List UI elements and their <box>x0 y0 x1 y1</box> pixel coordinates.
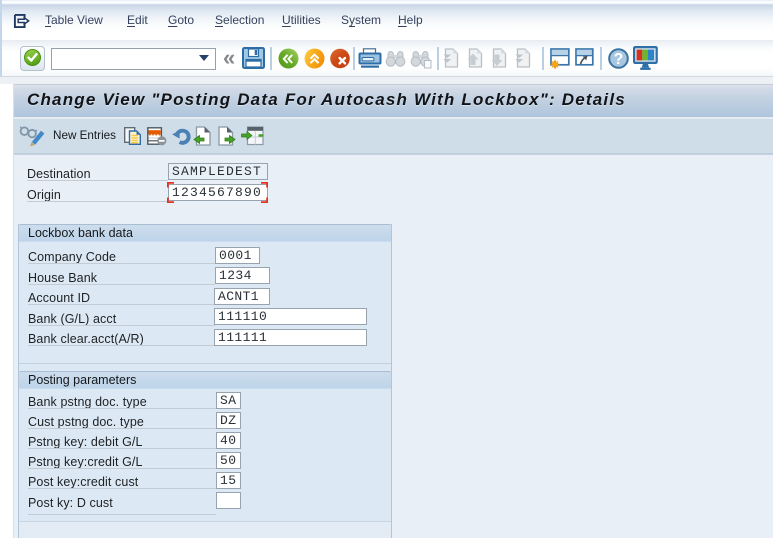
svg-text:?: ? <box>614 51 623 68</box>
